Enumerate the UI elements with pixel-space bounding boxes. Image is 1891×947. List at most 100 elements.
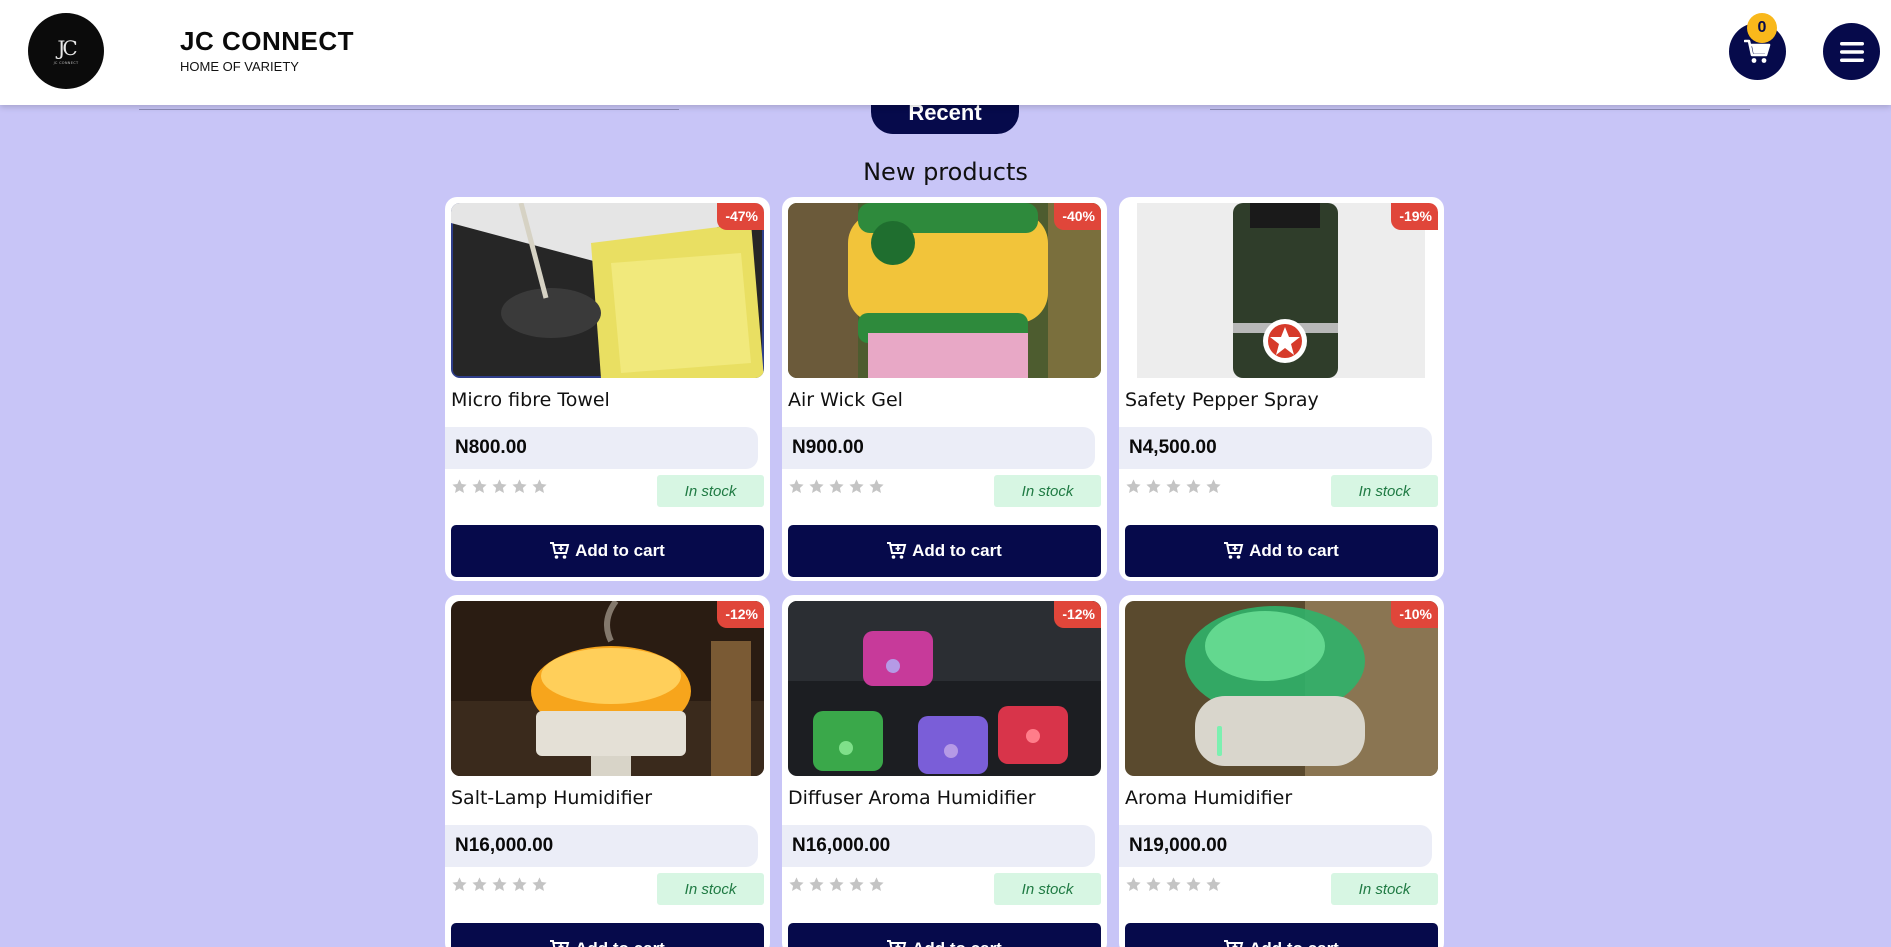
- stock-status: In stock: [657, 873, 764, 905]
- product-image[interactable]: -40%: [788, 203, 1101, 378]
- cart-plus-icon: [550, 940, 570, 947]
- star-icon: [532, 479, 547, 493]
- star-icon: [472, 877, 487, 891]
- product-price: N4,500.00: [1129, 437, 1217, 458]
- star-icon: [452, 877, 467, 891]
- add-to-cart-button[interactable]: Add to cart: [451, 923, 764, 947]
- discount-badge: -19%: [1391, 203, 1438, 230]
- add-to-cart-label: Add to cart: [912, 541, 1002, 560]
- logo-subtext: JC CONNECT: [53, 60, 79, 65]
- cart-plus-icon: [887, 940, 907, 947]
- star-icon: [1146, 877, 1161, 891]
- star-icon: [789, 877, 804, 891]
- rating-stars: [1125, 478, 1222, 495]
- add-to-cart-button[interactable]: Add to cart: [788, 923, 1101, 947]
- star-icon: [512, 877, 527, 891]
- cart-count-badge: 0: [1747, 13, 1777, 43]
- menu-button[interactable]: [1823, 23, 1880, 80]
- stock-status: In stock: [994, 873, 1101, 905]
- site-header: JC JC CONNECT JC CONNECT HOME OF VARIETY…: [0, 0, 1891, 105]
- brand-tagline: HOME OF VARIETY: [180, 59, 299, 74]
- star-icon: [492, 479, 507, 493]
- star-icon: [492, 877, 507, 891]
- star-icon: [869, 479, 884, 493]
- star-icon: [532, 877, 547, 891]
- star-icon: [809, 479, 824, 493]
- add-to-cart-label: Add to cart: [1249, 541, 1339, 560]
- add-to-cart-button[interactable]: Add to cart: [451, 525, 764, 577]
- logo-monogram: JC: [57, 35, 77, 60]
- discount-badge: -12%: [717, 601, 764, 628]
- product-price: N16,000.00: [455, 835, 554, 856]
- product-image[interactable]: -19%: [1125, 203, 1438, 378]
- star-icon: [829, 479, 844, 493]
- cart-plus-icon: [887, 542, 907, 559]
- star-icon: [452, 479, 467, 493]
- star-icon: [809, 877, 824, 891]
- product-price: N19,000.00: [1129, 835, 1228, 856]
- product-price: N800.00: [455, 437, 527, 458]
- add-to-cart-button[interactable]: Add to cart: [1125, 923, 1438, 947]
- rating-stars: [788, 478, 885, 495]
- add-to-cart-button[interactable]: Add to cart: [788, 525, 1101, 577]
- brand-title: JC CONNECT: [180, 26, 355, 56]
- add-to-cart-button[interactable]: Add to cart: [1125, 525, 1438, 577]
- rating-stars: [451, 478, 548, 495]
- star-icon: [1166, 479, 1181, 493]
- cart-plus-icon: [1224, 940, 1244, 947]
- add-to-cart-label: Add to cart: [912, 939, 1002, 947]
- cart-plus-icon: [550, 542, 570, 559]
- star-icon: [849, 479, 864, 493]
- product-image[interactable]: -12%: [451, 601, 764, 776]
- star-icon: [869, 877, 884, 891]
- star-icon: [789, 479, 804, 493]
- section-title: New products: [863, 158, 1028, 186]
- discount-badge: -40%: [1054, 203, 1101, 230]
- discount-badge: -47%: [717, 203, 764, 230]
- product-name[interactable]: Salt-Lamp Humidifier: [451, 787, 652, 809]
- product-price: N16,000.00: [792, 835, 891, 856]
- stock-status: In stock: [1331, 475, 1438, 507]
- star-icon: [1186, 479, 1201, 493]
- product-image[interactable]: -10%: [1125, 601, 1438, 776]
- star-icon: [1126, 479, 1141, 493]
- stock-status: In stock: [1331, 873, 1438, 905]
- product-name[interactable]: Aroma Humidifier: [1125, 787, 1292, 809]
- product-image[interactable]: -12%: [788, 601, 1101, 776]
- rating-stars: [451, 876, 548, 893]
- hamburger-menu-icon: [1839, 41, 1864, 62]
- product-card[interactable]: -12% Salt-Lamp Humidifier N16,000.00 In …: [445, 595, 770, 947]
- divider-right: [1210, 109, 1750, 110]
- cart-plus-icon: [1224, 542, 1244, 559]
- star-icon: [829, 877, 844, 891]
- divider-left: [139, 109, 679, 110]
- brand-logo[interactable]: JC JC CONNECT: [28, 13, 104, 89]
- product-card[interactable]: -40% Air Wick Gel N900.00 In stock Add t…: [782, 197, 1107, 581]
- star-icon: [1206, 877, 1221, 891]
- star-icon: [849, 877, 864, 891]
- star-icon: [1126, 877, 1141, 891]
- product-card[interactable]: -10% Aroma Humidifier N19,000.00 In stoc…: [1119, 595, 1444, 947]
- star-icon: [1146, 479, 1161, 493]
- star-icon: [512, 479, 527, 493]
- product-name[interactable]: Diffuser Aroma Humidifier: [788, 787, 1036, 809]
- add-to-cart-label: Add to cart: [575, 939, 665, 947]
- star-icon: [1206, 479, 1221, 493]
- stock-status: In stock: [994, 475, 1101, 507]
- discount-badge: -12%: [1054, 601, 1101, 628]
- product-name[interactable]: Micro fibre Towel: [451, 389, 610, 411]
- rating-stars: [788, 876, 885, 893]
- add-to-cart-label: Add to cart: [575, 541, 665, 560]
- star-icon: [472, 479, 487, 493]
- star-icon: [1166, 877, 1181, 891]
- discount-badge: -10%: [1391, 601, 1438, 628]
- brand-block: JC CONNECT HOME OF VARIETY: [180, 26, 354, 74]
- product-image[interactable]: -47%: [451, 203, 764, 378]
- product-card[interactable]: -12% Diffuser Aroma Humidifier N16,000.0…: [782, 595, 1107, 947]
- product-card[interactable]: -19% Safety Pepper Spray N4,500.00 In st…: [1119, 197, 1444, 581]
- rating-stars: [1125, 876, 1222, 893]
- product-card[interactable]: -47% Micro fibre Towel N800.00 In stock …: [445, 197, 770, 581]
- product-name[interactable]: Safety Pepper Spray: [1125, 389, 1319, 411]
- add-to-cart-label: Add to cart: [1249, 939, 1339, 947]
- product-name[interactable]: Air Wick Gel: [788, 389, 903, 411]
